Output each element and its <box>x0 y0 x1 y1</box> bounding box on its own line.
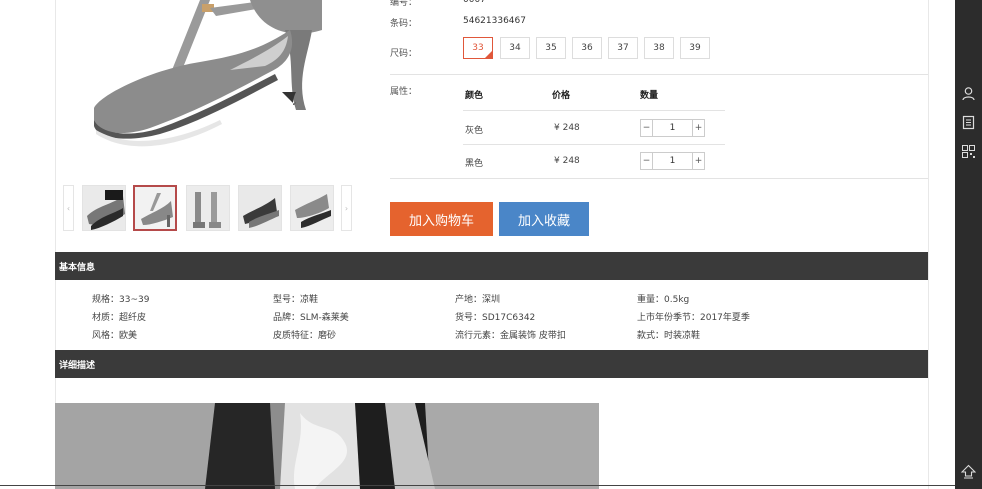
divider <box>390 74 928 75</box>
table-divider <box>463 110 725 111</box>
spec-item: 品牌：SLM-森莱美 <box>273 313 349 323</box>
spec-item: 货号：SD17C6342 <box>455 313 536 323</box>
list-icon[interactable] <box>961 115 976 130</box>
size-option-label: 38 <box>653 43 665 53</box>
spec-item: 规格：33~39 <box>92 295 150 305</box>
barcode-value: 54621336467 <box>463 16 526 26</box>
quantity-stepper: − 1 + <box>640 119 705 137</box>
spec-item: 型号：凉鞋 <box>273 295 319 305</box>
size-option-33[interactable]: 33 <box>463 37 493 59</box>
back-to-top-icon[interactable] <box>960 464 977 479</box>
add-to-favorites-button[interactable]: 加入收藏 <box>499 202 589 236</box>
details-header: 详细描述 <box>55 350 928 378</box>
variant-price: ¥ 248 <box>554 156 580 166</box>
size-option-38[interactable]: 38 <box>644 37 674 59</box>
attr-header-price: 价格 <box>552 91 571 101</box>
size-option-label: 39 <box>689 43 701 53</box>
spec-item: 款式：时装凉鞋 <box>637 331 701 341</box>
size-option-label: 37 <box>617 43 629 53</box>
spec-item: 产地：深圳 <box>455 295 501 305</box>
user-icon[interactable] <box>961 86 976 101</box>
quantity-decrease-button[interactable]: − <box>641 120 653 136</box>
add-to-cart-button[interactable]: 加入购物车 <box>390 202 493 236</box>
size-option-39[interactable]: 39 <box>680 37 710 59</box>
quantity-increase-button[interactable]: + <box>692 120 704 136</box>
size-option-label: 33 <box>472 43 484 53</box>
thumbnail-5[interactable] <box>290 185 334 231</box>
code-value: 0007 <box>463 0 486 5</box>
barcode-label: 条码： <box>390 19 418 29</box>
variant-color: 灰色 <box>465 126 484 136</box>
chevron-right-icon: › <box>344 203 349 213</box>
size-option-35[interactable]: 35 <box>536 37 566 59</box>
qrcode-icon[interactable] <box>961 144 976 159</box>
basic-info-header: 基本信息 <box>55 252 928 280</box>
quantity-stepper: − 1 + <box>640 152 705 170</box>
thumbnail-4[interactable] <box>238 185 282 231</box>
thumbnail-strip: ‹ › <box>63 185 353 231</box>
table-divider <box>463 144 725 145</box>
thumbnail-prev-button[interactable]: ‹ <box>63 185 74 231</box>
code-label: 编号： <box>390 0 418 8</box>
bottom-border <box>0 485 955 486</box>
size-option-label: 35 <box>545 43 557 53</box>
thumbnail-3[interactable] <box>186 185 230 231</box>
thumbnail-1[interactable] <box>82 185 126 231</box>
quantity-increase-button[interactable]: + <box>692 153 704 169</box>
attr-header-qty: 数量 <box>640 91 659 101</box>
spec-item: 皮质特征：磨砂 <box>273 331 337 341</box>
attribute-label: 属性： <box>390 87 418 97</box>
variant-price: ¥ 248 <box>554 123 580 133</box>
quantity-decrease-button[interactable]: − <box>641 153 653 169</box>
size-option-label: 36 <box>581 43 593 53</box>
variant-color: 黑色 <box>465 159 484 169</box>
spec-item: 重量：0.5kg <box>637 295 690 305</box>
size-option-37[interactable]: 37 <box>608 37 638 59</box>
divider <box>390 178 928 179</box>
thumbnail-next-button[interactable]: › <box>341 185 352 231</box>
main-product-image <box>60 0 350 178</box>
attr-header-color: 颜色 <box>465 91 484 101</box>
size-label: 尺码： <box>390 49 418 59</box>
product-page: ‹ › 编号： 0007 条码： 54621336467 尺码： 33 34 3… <box>0 0 982 489</box>
spec-item: 流行元素：金属装饰 皮带扣 <box>455 331 566 341</box>
thumbnail-2[interactable] <box>133 185 177 231</box>
spec-item: 上市年份季节：2017年夏季 <box>637 313 750 323</box>
spec-item: 风格：欧美 <box>92 331 138 341</box>
quantity-input[interactable]: 1 <box>653 120 692 136</box>
size-option-34[interactable]: 34 <box>500 37 530 59</box>
size-option-label: 34 <box>509 43 521 53</box>
content-border-right <box>928 0 929 489</box>
size-option-36[interactable]: 36 <box>572 37 602 59</box>
quantity-input[interactable]: 1 <box>653 153 692 169</box>
detail-image <box>55 403 599 489</box>
chevron-left-icon: ‹ <box>66 203 71 213</box>
right-toolbar <box>955 0 982 489</box>
spec-item: 材质：超纤皮 <box>92 313 147 323</box>
